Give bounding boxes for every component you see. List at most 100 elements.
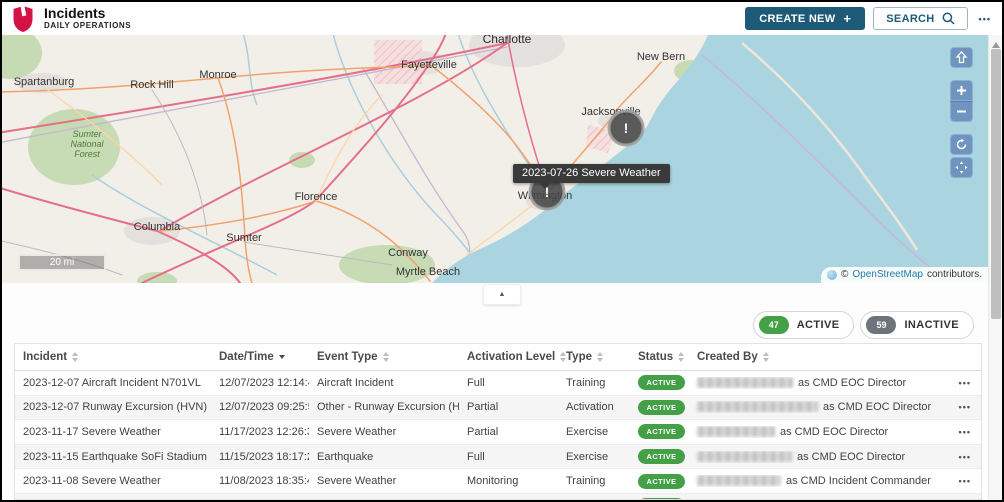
map-city-label: Columbia	[134, 221, 181, 233]
event-type-cell: Earthquake	[309, 451, 459, 463]
page-title: Incidents	[44, 6, 131, 21]
sort-desc-icon	[279, 355, 285, 359]
column-header-incident[interactable]: Incident	[15, 351, 211, 363]
create-new-button[interactable]: CREATE NEW +	[745, 7, 865, 30]
map-city-label: Myrtle Beach	[396, 266, 460, 278]
incident-marker[interactable]: !	[609, 111, 643, 145]
table-row[interactable]: 2023-11-08 Severe Weather11/08/2023 18:3…	[15, 469, 981, 494]
status-cell: ACTIVE	[630, 474, 689, 489]
table-row[interactable]: 2023-12-07 Runway Excursion (HVN)12/07/2…	[15, 396, 981, 421]
attribution-suffix: contributors.	[927, 269, 982, 280]
create-new-label: CREATE NEW	[759, 13, 835, 25]
created-by-role: as CMD EOC Director	[780, 426, 888, 438]
active-label: ACTIVE	[797, 319, 840, 331]
row-actions-cell: •••	[943, 426, 981, 438]
filter-inactive-button[interactable]: 59 INACTIVE	[860, 311, 974, 339]
filter-active-button[interactable]: 47 ACTIVE	[753, 311, 855, 339]
row-actions-menu-icon[interactable]: •••	[959, 402, 971, 412]
incident-table-body: 2023-12-07 Aircraft Incident N701VL12/07…	[15, 371, 981, 500]
map-locate-button[interactable]	[950, 157, 973, 178]
column-label: Date/Time	[219, 351, 274, 363]
column-label: Event Type	[317, 351, 378, 363]
row-actions-menu-icon[interactable]: •••	[959, 476, 971, 486]
exclamation-icon: !	[624, 120, 629, 136]
collapse-panel-button[interactable]: ▲	[483, 284, 521, 305]
table-row[interactable]: 2023-12-07 Aircraft Incident N701VL12/07…	[15, 371, 981, 396]
type-cell: Activation	[558, 401, 630, 413]
column-header-type[interactable]: Type	[558, 351, 630, 363]
map-controls	[948, 47, 974, 180]
created-by-cell: as CMD EOC Director	[689, 401, 943, 413]
map-zoom-in-button[interactable]	[950, 80, 973, 101]
map-city-label: Charlotte	[483, 35, 532, 46]
vertical-scrollbar[interactable]	[988, 35, 1002, 500]
incident-table: Incident Date/Time Event Type Activation Le…	[14, 343, 982, 500]
table-row[interactable]: 2023-11-17 Severe Weather11/17/2023 12:2…	[15, 420, 981, 445]
datetime-cell: 12/07/2023 09:25:55	[211, 401, 309, 413]
sort-icon	[597, 352, 603, 362]
map-pan-up-button[interactable]	[950, 47, 973, 68]
table-row[interactable]: 2023-11-15 Earthquake SoFi Stadium11/15/…	[15, 445, 981, 470]
sort-icon	[383, 352, 389, 362]
header-more-menu-icon[interactable]: •••	[976, 12, 994, 26]
created-by-role: as CMD EOC Director	[798, 377, 906, 389]
osm-link[interactable]: OpenStreetMap	[852, 269, 923, 280]
column-label: Type	[566, 351, 592, 363]
status-badge: ACTIVE	[638, 424, 685, 439]
incident-cell: 2023-11-17 Severe Weather	[15, 426, 211, 438]
row-actions-cell: •••	[943, 401, 981, 413]
event-type-cell: Severe Weather	[309, 426, 459, 438]
redacted-user-name	[697, 377, 793, 388]
top-header: Incidents DAILY OPERATIONS CREATE NEW + …	[2, 2, 1002, 35]
map-city-label: Forest	[74, 149, 100, 159]
sort-icon	[763, 352, 769, 362]
row-actions-menu-icon[interactable]: •••	[959, 452, 971, 462]
activation-level-cell: Monitoring	[459, 475, 558, 487]
incident-map[interactable]: CharlotteSpartanburgGreerGreenvilleRock …	[2, 35, 988, 283]
column-header-status[interactable]: Status	[630, 351, 689, 363]
column-header-date-time[interactable]: Date/Time	[211, 351, 309, 363]
map-zoom-out-button[interactable]	[950, 101, 973, 122]
column-header-event-type[interactable]: Event Type	[309, 351, 459, 363]
created-by-cell: as CMD EOC Director	[689, 377, 943, 389]
column-header-created-by[interactable]: Created By	[689, 351, 981, 363]
map-marker-tooltip: 2023-07-26 Severe Weather	[513, 164, 670, 183]
row-actions-menu-icon[interactable]: •••	[959, 427, 971, 437]
status-cell: ACTIVE	[630, 400, 689, 415]
created-by-role: as CMD EOC Director	[797, 451, 905, 463]
map-attribution: © OpenStreetMap contributors.	[821, 267, 988, 283]
scrollbar-thumb[interactable]	[991, 49, 1001, 319]
search-button[interactable]: SEARCH	[873, 7, 967, 30]
status-filters: 47 ACTIVE 59 INACTIVE	[753, 311, 974, 339]
type-cell: Training	[558, 475, 630, 487]
status-cell: ACTIVE	[630, 498, 689, 500]
map-reset-button[interactable]	[950, 134, 973, 155]
event-type-cell: Severe Weather	[309, 475, 459, 487]
map-city-label: National	[70, 139, 104, 149]
activation-level-cell: Partial	[459, 426, 558, 438]
row-actions-menu-icon[interactable]: •••	[959, 378, 971, 388]
column-header-activation-level[interactable]: Activation Level	[459, 351, 558, 363]
created-by-cell: as CMD Incident Commander	[689, 475, 943, 487]
collapse-caret-icon: ▲	[499, 291, 506, 298]
column-label: Status	[638, 351, 673, 363]
status-badge: ACTIVE	[638, 474, 685, 489]
search-icon	[942, 12, 955, 25]
incident-cell: 2023-11-08 Severe Weather	[15, 475, 211, 487]
incident-cell: 2023-12-07 Runway Excursion (HVN)	[15, 401, 211, 413]
sort-icon	[678, 352, 684, 362]
created-by-role: as CMD EOC Director	[823, 401, 931, 413]
redacted-user-name	[697, 401, 818, 412]
created-by-cell: as CMD EOC Director	[689, 451, 943, 463]
row-actions-cell: •••	[943, 475, 981, 487]
map-city-label: Spartanburg	[14, 76, 75, 88]
table-row[interactable]: 2023-11-07 Earthquake Specific11/07/2023…	[15, 494, 981, 500]
map-city-label: Florence	[295, 191, 338, 203]
column-label: Activation Level	[467, 351, 555, 363]
scrollbar-up-arrow-icon[interactable]	[992, 38, 1000, 48]
plus-icon: +	[843, 11, 851, 26]
basemap: CharlotteSpartanburgGreerGreenvilleRock …	[2, 35, 988, 283]
incident-list-panel: ▲ 47 ACTIVE 59 INACTIVE Incident Date/Tim…	[2, 283, 988, 500]
app-titles: Incidents DAILY OPERATIONS	[44, 6, 131, 30]
search-label: SEARCH	[886, 13, 934, 25]
